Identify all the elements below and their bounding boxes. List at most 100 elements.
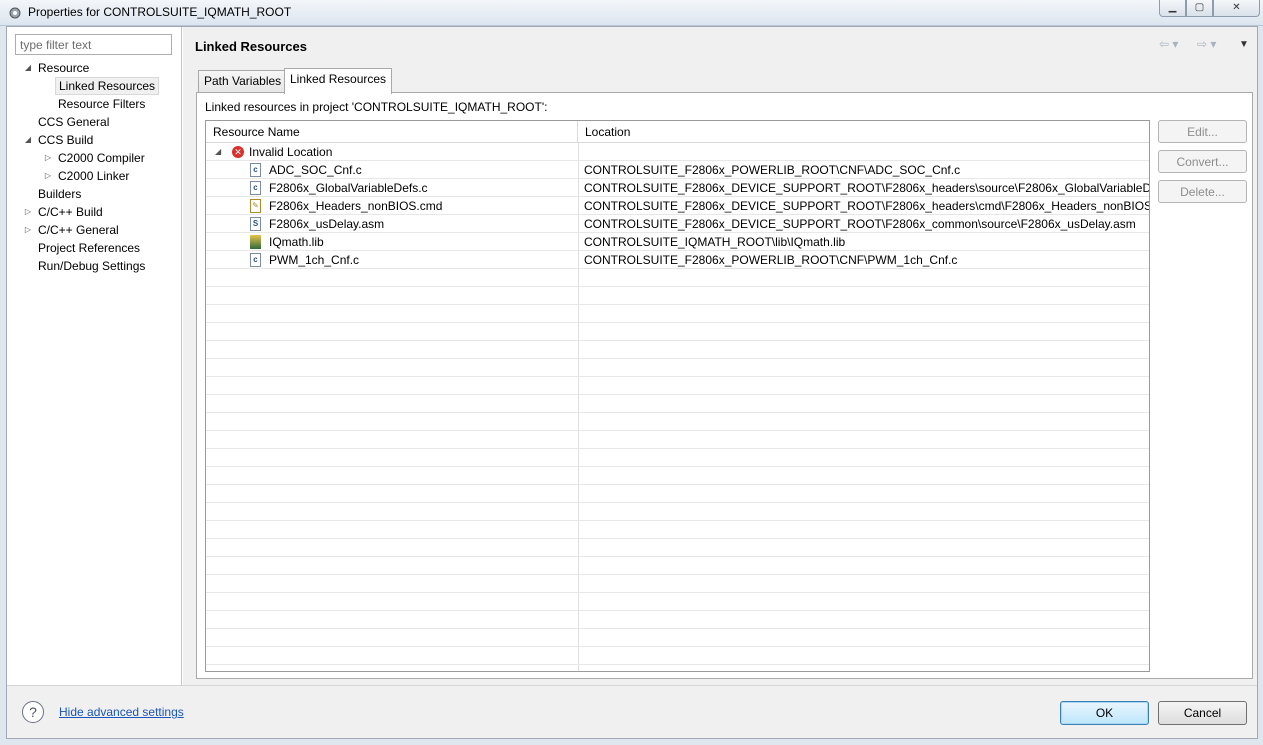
empty-row [206, 323, 1149, 341]
view-menu-icon[interactable]: ▼ [1239, 39, 1249, 50]
empty-row [206, 269, 1149, 287]
resource-location: CONTROLSUITE_F2806x_POWERLIB_ROOT\CNF\AD… [584, 163, 961, 177]
group-label: Invalid Location [249, 145, 333, 159]
tree-item-c2000-compiler[interactable]: ▷ C2000 Compiler [43, 149, 148, 167]
table-row[interactable]: S F2806x_usDelay.asm CONTROLSUITE_F2806x… [206, 215, 1149, 233]
column-header-resource-name[interactable]: Resource Name [206, 121, 578, 143]
empty-row [206, 647, 1149, 665]
name-cell: c F2806x_GlobalVariableDefs.c [206, 179, 578, 197]
linked-resources-panel: Linked resources in project 'CONTROLSUIT… [196, 92, 1253, 679]
expanded-arrow-icon[interactable]: ◢ [23, 59, 33, 77]
tree-item-resource[interactable]: ◢ Resource [23, 59, 92, 77]
empty-row [206, 467, 1149, 485]
tree-item-label: Resource Filters [58, 97, 146, 111]
title-bar: Properties for CONTROLSUITE_IQMATH_ROOT … [0, 0, 1263, 26]
empty-row [206, 575, 1149, 593]
tree-item-ccs-general[interactable]: CCS General [35, 113, 112, 131]
table-header: Resource Name Location [206, 121, 1149, 143]
expanded-arrow-icon[interactable]: ◢ [23, 131, 33, 149]
tree-item-label: Linked Resources [55, 77, 160, 95]
page-title: Linked Resources [195, 39, 307, 54]
empty-row [206, 395, 1149, 413]
resource-location: CONTROLSUITE_F2806x_DEVICE_SUPPORT_ROOT\… [584, 181, 1150, 195]
tree-item-project-references[interactable]: Project References [35, 239, 143, 257]
name-cell: c ADC_SOC_Cnf.c [206, 161, 578, 179]
c-file-icon: c [250, 181, 261, 195]
resource-name: F2806x_GlobalVariableDefs.c [269, 181, 428, 195]
empty-row [206, 611, 1149, 629]
app-gear-icon [9, 7, 21, 19]
c-file-icon: c [250, 253, 261, 267]
dialog-footer: ? Hide advanced settings OK Cancel [7, 685, 1257, 738]
linked-resources-table: Resource Name Location ◢ ✕ Invalid Locat… [205, 120, 1150, 672]
empty-row [206, 449, 1149, 467]
ok-button[interactable]: OK [1060, 701, 1149, 725]
tab-linked-resources[interactable]: Linked Resources [284, 68, 393, 94]
name-cell: ◢ ✕ Invalid Location [206, 143, 578, 161]
tree-item-builders[interactable]: Builders [35, 185, 84, 203]
tree-item-label: Resource [38, 61, 90, 75]
back-arrow-icon[interactable]: ⇦ ▾ [1159, 37, 1178, 51]
properties-dialog: ◢ Resource Linked Resources Resource Fil… [6, 26, 1258, 739]
table-row[interactable]: c PWM_1ch_Cnf.c CONTROLSUITE_F2806x_POWE… [206, 251, 1149, 269]
convert-button[interactable]: Convert... [1158, 150, 1247, 173]
collapsed-arrow-icon[interactable]: ▷ [43, 167, 53, 185]
table-row[interactable]: ✎ F2806x_Headers_nonBIOS.cmd CONTROLSUIT… [206, 197, 1149, 215]
filter-input[interactable] [15, 34, 172, 55]
name-cell: S F2806x_usDelay.asm [206, 215, 578, 233]
name-cell: c PWM_1ch_Cnf.c [206, 251, 578, 269]
tree-item-run-debug-settings[interactable]: Run/Debug Settings [35, 257, 148, 275]
tree-item-c2000-linker[interactable]: ▷ C2000 Linker [43, 167, 132, 185]
table-row[interactable]: IQmath.lib CONTROLSUITE_IQMATH_ROOT\lib\… [206, 233, 1149, 251]
column-header-location[interactable]: Location [578, 121, 1149, 143]
resource-location: CONTROLSUITE_F2806x_DEVICE_SUPPORT_ROOT\… [584, 217, 1136, 231]
empty-row [206, 539, 1149, 557]
forward-arrow-icon[interactable]: ⇨ ▾ [1197, 37, 1216, 51]
tree-item-label: C2000 Compiler [58, 151, 145, 165]
resource-name: ADC_SOC_Cnf.c [269, 163, 362, 177]
table-row[interactable]: c ADC_SOC_Cnf.c CONTROLSUITE_F2806x_POWE… [206, 161, 1149, 179]
empty-row [206, 359, 1149, 377]
cancel-button[interactable]: Cancel [1158, 701, 1247, 725]
empty-row [206, 431, 1149, 449]
tree-item-label: CCS General [38, 115, 110, 129]
close-button[interactable]: ✕ [1213, 0, 1260, 17]
collapsed-arrow-icon[interactable]: ▷ [23, 203, 33, 221]
empty-row [206, 629, 1149, 647]
help-icon[interactable]: ? [22, 701, 44, 723]
empty-row [206, 305, 1149, 323]
navigation-pane: ◢ Resource Linked Resources Resource Fil… [7, 27, 182, 685]
error-icon: ✕ [232, 146, 244, 158]
delete-button[interactable]: Delete... [1158, 180, 1247, 203]
minimize-button[interactable]: ▁ [1159, 0, 1186, 17]
content-pane: Linked Resources ⇦ ▾ ⇨ ▾ ▼ Path Variable… [183, 27, 1257, 685]
resource-name: F2806x_usDelay.asm [269, 217, 385, 231]
table-row[interactable]: c F2806x_GlobalVariableDefs.c CONTROLSUI… [206, 179, 1149, 197]
collapsed-arrow-icon[interactable]: ▷ [23, 221, 33, 239]
tree-item-linked-resources[interactable]: Linked Resources [55, 77, 160, 95]
tree-item-label: Project References [38, 241, 141, 255]
tree-item-cpp-general[interactable]: ▷ C/C++ General [23, 221, 122, 239]
tree-item-label: Builders [38, 187, 82, 201]
tab-path-variables[interactable]: Path Variables [198, 70, 288, 93]
tree-item-label: Run/Debug Settings [38, 259, 146, 273]
empty-row [206, 287, 1149, 305]
collapsed-arrow-icon[interactable]: ▷ [43, 149, 53, 167]
tree-item-ccs-build[interactable]: ◢ CCS Build [23, 131, 96, 149]
resource-location: CONTROLSUITE_F2806x_DEVICE_SUPPORT_ROOT\… [584, 199, 1150, 213]
empty-row [206, 593, 1149, 611]
expanded-arrow-icon[interactable]: ◢ [215, 143, 221, 161]
tree-item-cpp-build[interactable]: ▷ C/C++ Build [23, 203, 106, 221]
tree-item-label: C/C++ General [38, 223, 119, 237]
cmd-file-icon: ✎ [250, 199, 261, 213]
resource-name: F2806x_Headers_nonBIOS.cmd [269, 199, 443, 213]
tree-item-label: C2000 Linker [58, 169, 130, 183]
tree-item-resource-filters[interactable]: Resource Filters [55, 95, 148, 113]
maximize-button[interactable]: ▢ [1186, 0, 1213, 17]
edit-button[interactable]: Edit... [1158, 120, 1247, 143]
table-group-row[interactable]: ◢ ✕ Invalid Location [206, 143, 1149, 161]
asm-file-icon: S [250, 217, 261, 231]
hide-advanced-settings-link[interactable]: Hide advanced settings [59, 705, 184, 719]
panel-description: Linked resources in project 'CONTROLSUIT… [205, 100, 548, 114]
c-file-icon: c [250, 163, 261, 177]
